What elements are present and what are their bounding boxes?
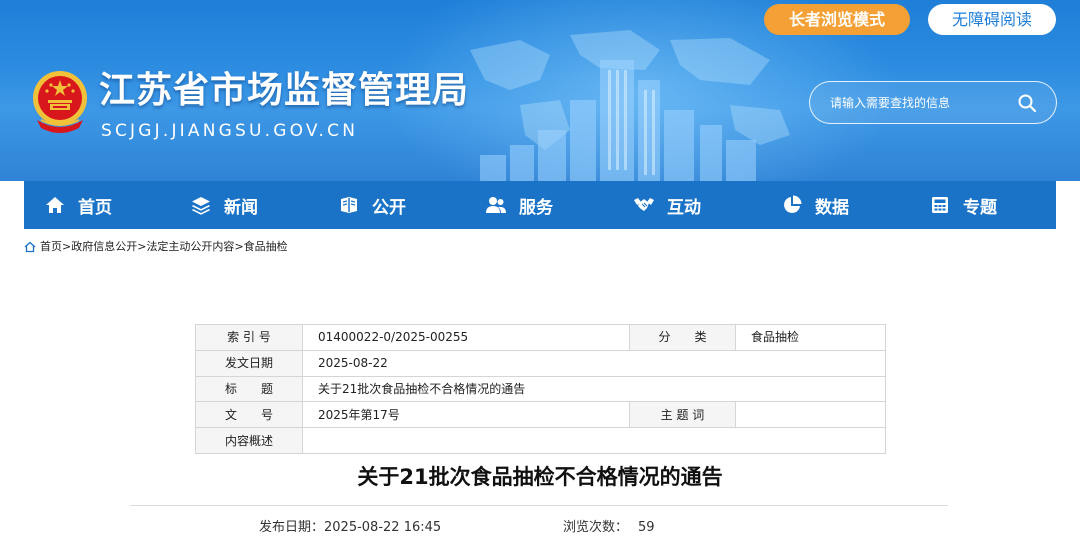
nav-item-data[interactable]: 数据 [781,181,849,229]
article-title: 关于21批次食品抽检不合格情况的通告 [357,465,723,489]
nav-item-interact[interactable]: 互动 [633,181,701,229]
table-row: 文 号 2025年第17号 主 题 词 [195,401,886,429]
nav-item-label: 服务 [519,197,553,218]
home-icon [46,197,64,213]
nav-item-label: 互动 [667,197,701,218]
publish-date-label: 发布日期： [259,520,325,535]
open-book-icon [341,197,357,213]
date-value: 2025-08-22 [302,349,886,377]
title-divider [130,505,948,506]
users-icon [486,197,506,213]
keywords-label: 主 题 词 [629,401,736,429]
nav-item-news[interactable]: 新闻 [190,181,258,229]
main-nav: 首页 新闻 公开 服务 互动 数据 专题 [24,181,1056,229]
summary-label: 内容概述 [195,427,303,454]
title-label: 标 题 [195,375,303,403]
view-count-value: 59 [638,520,655,535]
table-row: 发文日期 2025-08-22 [195,349,886,377]
date-label: 发文日期 [195,349,303,377]
table-row: 标 题 关于21批次食品抽检不合格情况的通告 [195,375,886,403]
publish-date-info: 发布日期：2025-08-22 16:45 [259,519,441,537]
table-row: 索 引 号 01400022-0/2025-00255 分 类 食品抽检 [195,324,886,351]
view-count-label: 浏览次数： [563,520,629,535]
publish-date-value: 2025-08-22 16:45 [324,520,442,535]
nav-item-label: 专题 [963,197,997,218]
calculator-icon [932,197,948,213]
document-meta-table: 索 引 号 01400022-0/2025-00255 分 类 食品抽检 发文日… [195,324,886,454]
breadcrumb-item-home[interactable]: 首页 [40,239,62,255]
search-icon[interactable] [1017,93,1037,113]
breadcrumb-separator: > [137,240,147,253]
nav-item-label: 公开 [372,197,406,218]
keywords-value [735,401,886,429]
nav-item-label: 首页 [78,197,112,218]
breadcrumb-item-food-inspection[interactable]: 食品抽检 [244,239,288,255]
city-skyline-decoration [480,60,756,181]
search-input[interactable] [830,92,1020,114]
index-value: 01400022-0/2025-00255 [302,324,630,351]
category-value: 食品抽检 [735,324,886,351]
table-row: 内容概述 [195,427,886,454]
breadcrumb-item-statutory[interactable]: 法定主动公开内容 [146,239,234,255]
nav-item-label: 新闻 [224,197,258,218]
breadcrumb: 首页 > 政府信息公开 > 法定主动公开内容 > 食品抽检 [24,239,288,255]
site-header: 江苏省市场监督管理局 SCJGJ.JIANGSU.GOV.CN 长者浏览模式 无… [0,0,1080,181]
national-emblem-icon [33,71,87,133]
breadcrumb-home-icon [24,241,36,253]
nav-item-label: 数据 [815,197,849,218]
site-domain: SCJGJ.JIANGSU.GOV.CN [101,121,359,141]
handshake-icon [634,198,654,211]
site-title: 江苏省市场监督管理局 [99,70,470,111]
view-count-info: 浏览次数： 59 [563,519,655,537]
doc-number-value: 2025年第17号 [302,401,630,429]
nav-item-home[interactable]: 首页 [44,181,112,229]
elder-mode-button[interactable]: 长者浏览模式 [764,4,910,35]
category-label: 分 类 [629,324,736,351]
title-value: 关于21批次食品抽检不合格情况的通告 [302,375,886,403]
accessibility-button[interactable]: 无障碍阅读 [928,4,1056,35]
doc-number-label: 文 号 [195,401,303,429]
nav-item-topics[interactable]: 专题 [929,181,997,229]
breadcrumb-separator: > [62,240,72,253]
summary-value [302,427,886,454]
nav-item-open[interactable]: 公开 [338,181,406,229]
nav-item-service[interactable]: 服务 [485,181,553,229]
pie-chart-icon [784,195,802,213]
index-label: 索 引 号 [195,324,303,351]
breadcrumb-separator: > [234,240,244,253]
breadcrumb-item-gov-info[interactable]: 政府信息公开 [71,239,137,255]
layers-icon [192,197,210,215]
search-box [809,81,1057,124]
